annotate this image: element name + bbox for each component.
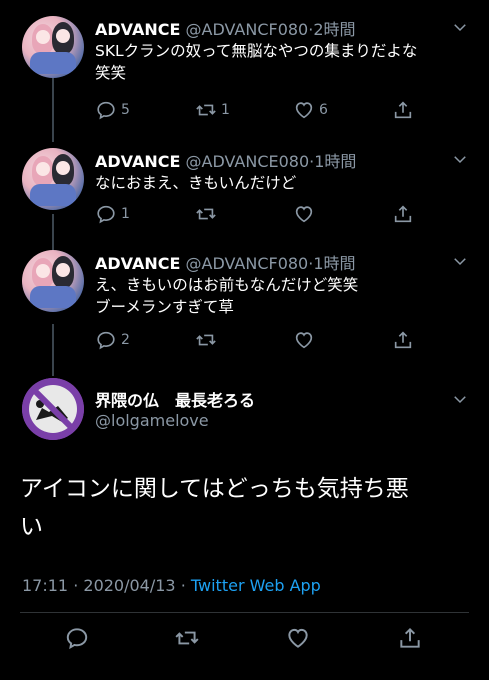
reply-icon: [97, 331, 115, 350]
reply-count: 5: [121, 102, 130, 118]
share-button[interactable]: [397, 626, 423, 650]
retweet-icon: [175, 631, 199, 645]
divider: [20, 612, 469, 613]
display-name[interactable]: ADVANCE: [95, 20, 180, 39]
conversation-timeline: ADVANCE @ADVANCF080·2時間 SKLクランの奴って無脳なやつの…: [0, 0, 489, 680]
retweet-count: 1: [221, 102, 230, 118]
tweet-time[interactable]: 1時間: [314, 152, 356, 171]
tweet-text-line: ブーメランすぎて草: [95, 298, 234, 316]
user-handle[interactable]: @ADVANCF080: [186, 254, 309, 273]
retweet-button[interactable]: 1: [195, 98, 230, 122]
separator-dot: ·: [180, 576, 186, 595]
share-icon: [394, 205, 412, 223]
tweet-actions: 5 1 6: [95, 98, 425, 122]
chevron-down-icon[interactable]: [451, 18, 469, 36]
tweet-header: ADVANCE @ADVANCF080·2時間: [95, 16, 356, 40]
heart-icon: [288, 628, 308, 648]
tweet-header: ADVANCE @ADVANCE080·1時間: [95, 148, 356, 172]
avatar[interactable]: [22, 16, 84, 78]
tweet-text: SKLクランの奴って無脳なやつの集まりだよな 笑笑: [95, 40, 417, 84]
tweet-text-line: なにおまえ、きもいんだけど: [95, 174, 297, 192]
share-button[interactable]: [392, 98, 414, 122]
tweet-actions: 2: [95, 328, 425, 352]
avatar[interactable]: [22, 378, 84, 440]
retweet-button[interactable]: [195, 328, 221, 352]
like-button[interactable]: [293, 328, 319, 352]
tweet-date[interactable]: 2020/04/13: [83, 576, 175, 595]
like-button[interactable]: [293, 202, 319, 226]
tweet-time[interactable]: 2時間: [313, 20, 355, 39]
retweet-icon: [196, 104, 216, 116]
share-icon: [394, 101, 412, 119]
tweet-header: ADVANCE @ADVANCF080·1時間: [95, 250, 356, 274]
retweet-icon: [196, 334, 216, 346]
user-handle[interactable]: @lolgamelove: [95, 411, 209, 430]
tweet-text-line: え、きもいのはお前もなんだけど笑笑: [95, 276, 359, 294]
reply-count: 2: [121, 332, 130, 348]
tweet-time[interactable]: 1時間: [313, 254, 355, 273]
chevron-down-icon[interactable]: [451, 150, 469, 168]
reply-count: 1: [121, 206, 130, 222]
user-handle[interactable]: @ADVANCE080: [186, 152, 310, 171]
reply-button[interactable]: 5: [95, 98, 130, 122]
share-button[interactable]: [392, 202, 414, 226]
tweet-text: え、きもいのはお前もなんだけど笑笑 ブーメランすぎて草: [95, 274, 358, 318]
display-name[interactable]: 界隈の仏 最長老ろる: [95, 387, 255, 411]
reply-button[interactable]: 1: [95, 202, 130, 226]
separator-dot: ·: [73, 576, 79, 595]
retweet-button[interactable]: [174, 626, 200, 650]
heart-icon: [295, 206, 313, 223]
tweet-text-line: SKLクランの奴って無脳なやつの集まりだよな: [95, 42, 418, 60]
tweet-meta: 17:11 · 2020/04/13 · Twitter Web App: [22, 576, 321, 595]
prohibited-sign-icon: [22, 378, 84, 440]
reply-tweet[interactable]: ADVANCE @ADVANCE080·1時間 なにおまえ、きもいんだけど 1: [0, 148, 489, 238]
reply-button[interactable]: [64, 626, 90, 650]
display-name[interactable]: ADVANCE: [95, 152, 180, 171]
tweet-text-line: い: [20, 514, 43, 540]
retweet-button[interactable]: [195, 202, 221, 226]
tweet-text-line: 笑笑: [95, 64, 127, 82]
tweet-text-line: アイコンに関してはどっちも気持ち悪: [20, 476, 409, 502]
reply-icon: [66, 628, 88, 650]
heart-icon: [295, 332, 313, 349]
tweet-actions: 1: [95, 202, 425, 226]
avatar[interactable]: [22, 250, 84, 312]
tweet-time[interactable]: 17:11: [22, 576, 68, 595]
reply-button[interactable]: 2: [95, 328, 130, 352]
chevron-down-icon[interactable]: [451, 252, 469, 270]
avatar[interactable]: [22, 148, 84, 210]
chevron-down-icon[interactable]: [451, 390, 469, 408]
reply-tweet[interactable]: ADVANCE @ADVANCF080·1時間 え、きもいのはお前もなんだけど笑…: [0, 250, 489, 360]
like-button[interactable]: 6: [293, 98, 328, 122]
reply-icon: [97, 205, 115, 224]
share-icon: [394, 331, 412, 349]
heart-icon: [295, 102, 313, 119]
retweet-icon: [196, 208, 216, 220]
like-button[interactable]: [285, 626, 311, 650]
source-link[interactable]: Twitter Web App: [191, 576, 321, 595]
user-handle[interactable]: @ADVANCF080: [186, 20, 309, 39]
share-button[interactable]: [392, 328, 414, 352]
main-tweet-text: アイコンに関してはどっちも気持ち悪 い: [20, 470, 470, 546]
reply-tweet[interactable]: ADVANCE @ADVANCF080·2時間 SKLクランの奴って無脳なやつの…: [0, 16, 489, 126]
reply-icon: [97, 101, 115, 120]
like-count: 6: [319, 102, 328, 118]
tweet-text: なにおまえ、きもいんだけど: [95, 172, 296, 194]
share-icon: [400, 627, 420, 648]
main-tweet-actions: [0, 626, 489, 656]
display-name[interactable]: ADVANCE: [95, 254, 180, 273]
